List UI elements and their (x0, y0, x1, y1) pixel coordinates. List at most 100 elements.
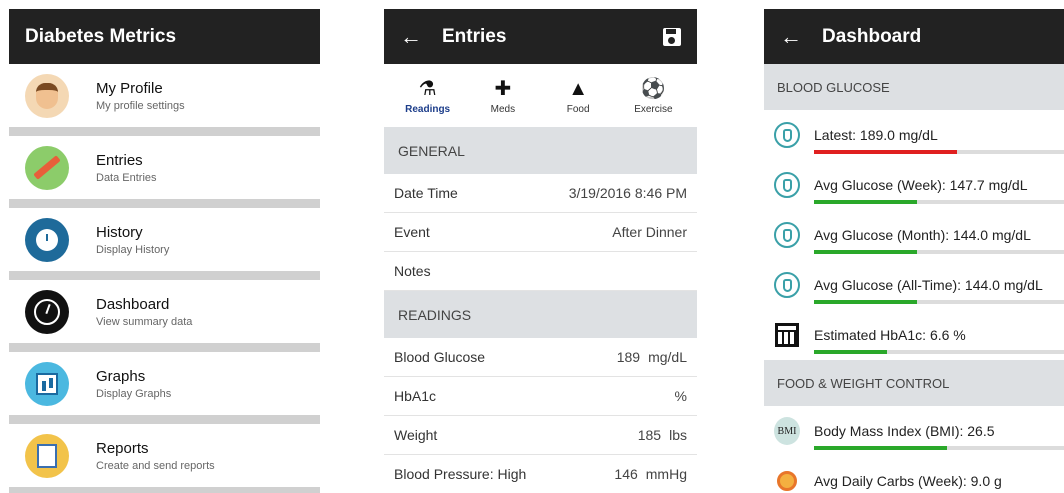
metric-avg-glucose-month: Avg Glucose (Month): 144.0 mg/dL (764, 210, 1064, 260)
menu-item-subtitle: Display Graphs (96, 387, 172, 400)
back-arrow-icon[interactable]: ← (400, 24, 422, 50)
field-label: Weight (394, 427, 438, 443)
metric-progress-bar (814, 200, 1064, 204)
menu-item-subtitle: My profile settings (96, 99, 185, 112)
menu-item-my-profile[interactable]: My Profile My profile settings (9, 64, 320, 127)
divider (9, 199, 320, 208)
field-weight[interactable]: Weight 185 lbs (384, 416, 697, 455)
metric-avg-glucose-week: Avg Glucose (Week): 147.7 mg/dL (764, 160, 1064, 210)
field-label: Date Time (394, 185, 458, 201)
bmi-badge-icon: BMI (774, 417, 800, 445)
field-unit: mmHg (645, 466, 687, 482)
metric-avg-daily-carbs: Avg Daily Carbs (Week): 9.0 g (764, 456, 1064, 493)
glucose-meter-icon (774, 272, 800, 298)
metric-progress-fill (814, 446, 947, 450)
metric-progress-bar (814, 446, 1064, 450)
divider (9, 127, 320, 136)
field-label: Event (394, 224, 430, 240)
tab-meds[interactable]: ✚ Meds (473, 76, 533, 115)
metric-progress-bar (814, 300, 1064, 304)
calculator-icon (774, 322, 800, 348)
entry-tabs: ⚗ Readings ✚ Meds ▲ Food ⚽ Exercise (384, 64, 697, 127)
section-header-general: GENERAL (384, 127, 697, 174)
glucose-meter-icon (774, 222, 800, 248)
menu-item-reports[interactable]: Reports Create and send reports (9, 424, 320, 487)
metric-progress-bar (814, 250, 1064, 254)
metric-progress-fill (814, 200, 917, 204)
save-icon[interactable] (663, 27, 681, 46)
tab-exercise[interactable]: ⚽ Exercise (623, 76, 683, 115)
dashboard-gauge-icon (25, 289, 69, 334)
field-unit: lbs (669, 427, 687, 443)
menu-item-title: History (96, 223, 143, 241)
menu-item-subtitle: Data Entries (96, 171, 157, 184)
section-header-food-weight: FOOD & WEIGHT CONTROL (764, 360, 1064, 406)
menu-item-entries[interactable]: Entries Data Entries (9, 136, 320, 199)
app-bar: Diabetes Metrics (9, 9, 320, 64)
dashboard-screen: ← Dashboard BLOOD GLUCOSE Latest: 189.0 … (764, 9, 1064, 493)
field-label: Blood Pressure: High (394, 466, 527, 482)
profile-avatar-icon (25, 73, 69, 118)
back-arrow-icon[interactable]: ← (780, 24, 802, 50)
entries-pencil-icon (25, 145, 69, 190)
reports-clipboard-icon (25, 433, 69, 478)
menu-item-title: Entries (96, 151, 143, 169)
metric-progress-fill (814, 300, 917, 304)
field-label: Blood Glucose (394, 349, 486, 365)
field-value: 146 (614, 466, 638, 482)
metric-text: Avg Glucose (Month): 144.0 mg/dL (814, 227, 1031, 243)
app-title: Diabetes Metrics (25, 25, 177, 47)
metric-progress-fill (814, 250, 917, 254)
section-header-readings: READINGS (384, 291, 697, 338)
medkit-icon: ✚ (494, 78, 512, 100)
field-unit: mg/dL (648, 349, 687, 365)
menu-item-title: Dashboard (96, 295, 170, 313)
metric-text: Latest: 189.0 mg/dL (814, 127, 938, 143)
field-date-time[interactable]: Date Time 3/19/2016 8:46 PM (384, 174, 697, 213)
soccer-ball-icon: ⚽ (640, 78, 666, 100)
main-menu-screen: Diabetes Metrics My Profile My profile s… (9, 9, 320, 493)
metric-progress-bar (814, 350, 1064, 354)
field-blood-pressure-high[interactable]: Blood Pressure: High 146 mmHg (384, 455, 697, 493)
tab-label: Meds (490, 104, 516, 115)
metric-progress-bar (814, 150, 1064, 154)
metric-progress-fill (814, 150, 957, 154)
field-event[interactable]: Event After Dinner (384, 213, 697, 252)
screen-title: Dashboard (822, 25, 922, 47)
section-header-blood-glucose: BLOOD GLUCOSE (764, 64, 1064, 110)
carbs-icon (774, 468, 800, 493)
field-notes[interactable]: Notes (384, 252, 697, 291)
divider (9, 343, 320, 352)
metric-avg-glucose-all-time: Avg Glucose (All-Time): 144.0 mg/dL (764, 260, 1064, 310)
field-hba1c[interactable]: HbA1c % (384, 377, 697, 416)
tab-label: Exercise (634, 104, 673, 115)
metric-bmi: BMI Body Mass Index (BMI): 26.5 (764, 406, 1064, 456)
metric-latest-glucose: Latest: 189.0 mg/dL (764, 110, 1064, 160)
metric-text: Avg Daily Carbs (Week): 9.0 g (814, 473, 1002, 489)
metric-text: Avg Glucose (All-Time): 144.0 mg/dL (814, 277, 1043, 293)
glucose-meter-icon (774, 172, 800, 198)
menu-item-title: Reports (96, 439, 149, 457)
tab-label: Food (566, 104, 590, 115)
metric-progress-fill (814, 350, 887, 354)
field-value: 189 (616, 349, 641, 365)
field-value: After Dinner (612, 224, 687, 240)
divider (9, 271, 320, 280)
menu-item-history[interactable]: History Display History (9, 208, 320, 271)
tab-readings[interactable]: ⚗ Readings (398, 76, 458, 115)
metric-text: Body Mass Index (BMI): 26.5 (814, 423, 995, 439)
pizza-icon: ▲ (568, 78, 589, 100)
menu-item-graphs[interactable]: Graphs Display Graphs (9, 352, 320, 415)
tab-food[interactable]: ▲ Food (548, 76, 608, 115)
field-blood-glucose[interactable]: Blood Glucose 189 mg/dL (384, 338, 697, 377)
bmi-badge-text: BMI (774, 417, 800, 445)
menu-item-subtitle: Display History (96, 243, 170, 256)
menu-item-dashboard[interactable]: Dashboard View summary data (9, 280, 320, 343)
history-clock-icon (25, 217, 69, 262)
metric-estimated-hba1c: Estimated HbA1c: 6.6 % (764, 310, 1064, 360)
menu-item-subtitle: View summary data (96, 315, 193, 328)
field-label: HbA1c (394, 388, 437, 404)
glucose-meter-icon (774, 122, 800, 148)
metric-text: Avg Glucose (Week): 147.7 mg/dL (814, 177, 1028, 193)
app-bar: ← Entries (384, 9, 697, 64)
